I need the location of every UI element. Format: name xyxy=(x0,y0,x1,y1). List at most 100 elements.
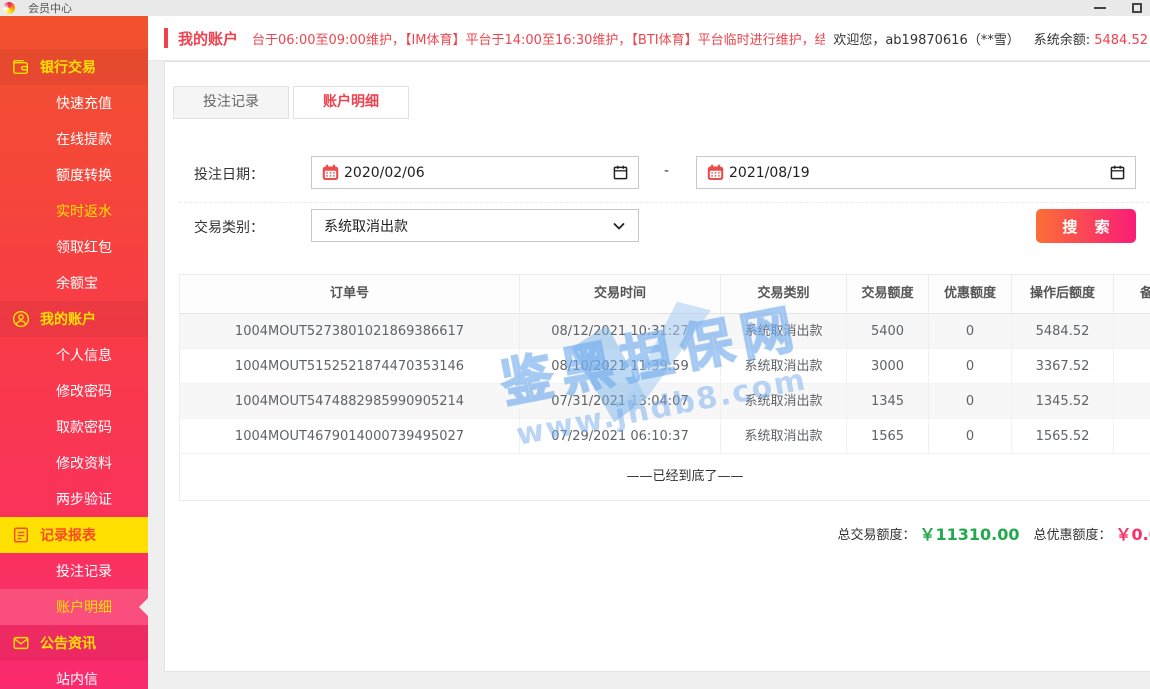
sidebar-item-yuebao[interactable]: 余额宝 xyxy=(0,265,148,301)
active-item-arrow-icon xyxy=(139,598,148,616)
date-range-label: 投注日期： xyxy=(194,164,264,184)
column-header: 交易类别 xyxy=(721,275,847,313)
table-cell: 5484.52 xyxy=(1012,314,1114,349)
sidebar-item-records-report[interactable]: 记录报表 xyxy=(0,517,148,553)
totals-row: 总交易额度： ￥11310.00 总优惠额度： ￥0.00 xyxy=(837,521,1150,545)
table-cell: 系统取消出款 xyxy=(721,384,847,419)
date-picker-icon[interactable] xyxy=(1110,165,1125,180)
table-cell xyxy=(1114,314,1150,349)
sidebar-item-label: 修改资料 xyxy=(56,453,112,473)
table-row: 1004MOUT547488298599090521407/31/2021 13… xyxy=(180,384,1150,419)
welcome-text: 欢迎您，ab19870616（**雪） xyxy=(833,29,1019,48)
sidebar-item-realtime-rebate[interactable]: 实时返水 xyxy=(0,193,148,229)
sidebar-item-label: 两步验证 xyxy=(56,489,112,509)
sidebar-item-label: 账户明细 xyxy=(56,597,112,617)
column-header: 交易时间 xyxy=(520,275,721,313)
table-cell xyxy=(1114,419,1150,454)
sidebar-item-account-details[interactable]: 账户明细 xyxy=(0,589,148,625)
sidebar-item-label: 投注记录 xyxy=(56,561,112,581)
table-row: 1004MOUT527380102186938661708/12/2021 10… xyxy=(180,314,1150,349)
table-cell: 系统取消出款 xyxy=(721,314,847,349)
table-cell: 0 xyxy=(929,349,1012,384)
app-icon xyxy=(3,2,15,14)
chevron-down-icon xyxy=(612,219,626,233)
calendar-red-icon xyxy=(707,164,724,181)
sidebar-item-label: 额度转换 xyxy=(56,165,112,185)
transaction-type-value: 系统取消出款 xyxy=(324,216,612,236)
sidebar-item-red-packet[interactable]: 领取红包 xyxy=(0,229,148,265)
transaction-type-select[interactable]: 系统取消出款 xyxy=(311,209,639,242)
date-picker-icon[interactable] xyxy=(613,165,628,180)
table-cell: 1004MOUT4679014000739495027 xyxy=(180,419,520,454)
window-titlebar: 会员中心 xyxy=(0,0,1150,16)
table-cell xyxy=(1114,384,1150,419)
sidebar-item-label: 站内信 xyxy=(56,669,98,689)
table-cell: 0 xyxy=(929,419,1012,454)
column-header: 订单号 xyxy=(180,275,520,313)
minimize-button[interactable] xyxy=(1094,7,1106,9)
title-accent-bar xyxy=(164,28,168,48)
tab-betting-records[interactable]: 投注记录 xyxy=(173,86,289,119)
tab-account-details[interactable]: 账户明细 xyxy=(293,86,409,119)
page-header: 我的账户 台于06:00至09:00维护，【IM体育】平台于14:00至16:3… xyxy=(148,16,1150,61)
sidebar-item-change-password[interactable]: 修改密码 xyxy=(0,373,148,409)
column-header: 备注 xyxy=(1114,275,1150,313)
content-panel: 投注记录账户明细 投注日期： 2020/02/06 - 2021/08/19 交… xyxy=(164,61,1150,672)
table-cell xyxy=(1114,349,1150,384)
sidebar-item-label: 修改密码 xyxy=(56,381,112,401)
balance-label: 系统余额: xyxy=(1034,33,1095,48)
table-cell: 1004MOUT5474882985990905214 xyxy=(180,384,520,419)
mail-icon xyxy=(12,634,30,652)
date-to-value: 2021/08/19 xyxy=(729,165,1110,181)
sidebar-item-betting-records[interactable]: 投注记录 xyxy=(0,553,148,589)
search-button[interactable]: 搜 索 xyxy=(1036,209,1136,243)
window-controls xyxy=(1094,3,1142,13)
sidebar-item-label: 记录报表 xyxy=(40,525,96,545)
sidebar-item-label: 在线提款 xyxy=(56,129,112,149)
sidebar-item-site-mail[interactable]: 站内信 xyxy=(0,661,148,689)
report-icon xyxy=(12,526,30,544)
table-cell: 1004MOUT5152521874470353146 xyxy=(180,349,520,384)
total-discount-value: ￥0.00 xyxy=(1116,521,1150,545)
table-cell: 1565 xyxy=(847,419,929,454)
column-header: 优惠额度 xyxy=(929,275,1012,313)
sidebar-item-my-account[interactable]: 我的账户 xyxy=(0,301,148,337)
column-header: 交易额度 xyxy=(847,275,929,313)
sidebar-item-withdrawal-password[interactable]: 取款密码 xyxy=(0,409,148,445)
sidebar-item-label: 实时返水 xyxy=(56,201,112,221)
sidebar-item-personal-info[interactable]: 个人信息 xyxy=(0,337,148,373)
sidebar-item-label: 取款密码 xyxy=(56,417,112,437)
sidebar-item-bank-transactions[interactable]: 银行交易 xyxy=(0,49,148,85)
table-body: 1004MOUT527380102186938661708/12/2021 10… xyxy=(180,314,1150,454)
table-cell: 系统取消出款 xyxy=(721,349,847,384)
table-cell: 1004MOUT5273801021869386617 xyxy=(180,314,520,349)
filter-separator xyxy=(179,202,1150,203)
maximize-button[interactable] xyxy=(1132,3,1142,13)
table-row: 1004MOUT515252187447035314608/10/2021 11… xyxy=(180,349,1150,384)
table-cell: 5400 xyxy=(847,314,929,349)
sidebar-item-quick-deposit[interactable]: 快速充值 xyxy=(0,85,148,121)
table-cell: 1565.52 xyxy=(1012,419,1114,454)
sidebar-item-credit-transfer[interactable]: 额度转换 xyxy=(0,157,148,193)
sidebar-item-label: 个人信息 xyxy=(56,345,112,365)
sidebar: 银行交易快速充值在线提款额度转换实时返水领取红包余额宝我的账户个人信息修改密码取… xyxy=(0,16,148,689)
sidebar-item-two-step-verification[interactable]: 两步验证 xyxy=(0,481,148,517)
table-cell: 1345.52 xyxy=(1012,384,1114,419)
table-cell: 1345 xyxy=(847,384,929,419)
table-cell: 07/31/2021 13:04:07 xyxy=(520,384,721,419)
sidebar-item-label: 余额宝 xyxy=(56,273,98,293)
maintenance-notice: 台于06:00至09:00维护，【IM体育】平台于14:00至16:30维护，【… xyxy=(252,29,825,48)
column-header: 操作后额度 xyxy=(1012,275,1114,313)
sidebar-item-edit-profile[interactable]: 修改资料 xyxy=(0,445,148,481)
sidebar-item-announcements[interactable]: 公告资讯 xyxy=(0,625,148,661)
table-cell: 3367.52 xyxy=(1012,349,1114,384)
page-title: 我的账户 xyxy=(178,28,238,49)
calendar-red-icon xyxy=(322,164,339,181)
date-to-input[interactable]: 2021/08/19 xyxy=(696,156,1136,189)
system-balance: 系统余额: 5484.52 xyxy=(1034,29,1148,48)
sidebar-item-online-withdrawal[interactable]: 在线提款 xyxy=(0,121,148,157)
date-from-input[interactable]: 2020/02/06 xyxy=(311,156,639,189)
user-icon xyxy=(12,310,30,328)
sidebar-item-label: 公告资讯 xyxy=(40,633,96,653)
sidebar-item-label: 快速充值 xyxy=(56,93,112,113)
